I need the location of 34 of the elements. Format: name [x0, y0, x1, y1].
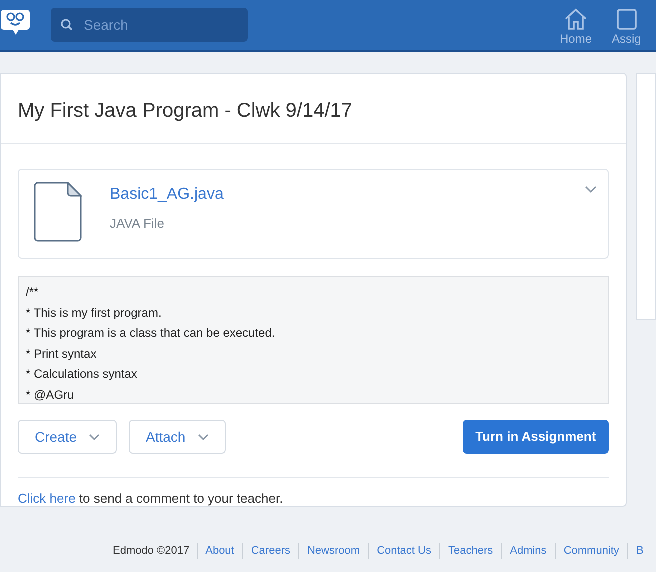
document-icon	[34, 182, 82, 242]
nav-label: Home	[560, 31, 592, 48]
footer-link[interactable]: Admins	[510, 545, 547, 558]
file-type: JAVA File	[110, 215, 164, 233]
code-line: * @AGru	[26, 386, 76, 404]
click-here-link[interactable]: Click here	[18, 491, 76, 506]
footer-link[interactable]: Community	[564, 545, 620, 558]
code-line: /**	[26, 284, 40, 301]
nav-item[interactable]: Home	[560, 8, 592, 48]
footer-link[interactable]: Careers	[251, 545, 290, 558]
comment-prompt: Click here to send a comment to your teacher.	[18, 491, 284, 506]
home-icon	[564, 8, 588, 30]
nav-label: Assig	[612, 31, 642, 48]
footer-link[interactable]: B	[636, 545, 644, 558]
dropdown-button[interactable]: Create	[18, 420, 118, 454]
footer-link[interactable]: Newsroom	[307, 545, 360, 558]
footer-link[interactable]: About	[206, 545, 234, 558]
footer-link[interactable]: Teachers	[448, 545, 494, 558]
dropdown-button[interactable]: Attach	[129, 420, 226, 454]
code-line: * Calculations syntax	[26, 366, 138, 383]
search-field[interactable]: Search	[51, 8, 248, 42]
code-line: * Print syntax	[26, 346, 98, 362]
file-link[interactable]: Basic1_AG.java	[110, 183, 224, 207]
chevron-down-icon	[198, 434, 209, 440]
assignment-title: My First Java Program - Clwk 9/14/17	[1, 74, 626, 144]
nav-item[interactable]: Assig	[612, 8, 642, 48]
turn-in-button[interactable]: Turn in Assignment	[462, 420, 610, 454]
search-icon	[61, 19, 73, 31]
chevron-down-icon[interactable]	[585, 186, 598, 194]
copyright-text: Edmodo ©2017	[113, 544, 191, 559]
chevron-down-icon	[89, 434, 100, 440]
code-line: * This program is a class that can be executed.	[26, 325, 276, 342]
code-line: * This is my first program.	[26, 304, 163, 322]
footer-link[interactable]: Contact Us	[377, 545, 432, 558]
